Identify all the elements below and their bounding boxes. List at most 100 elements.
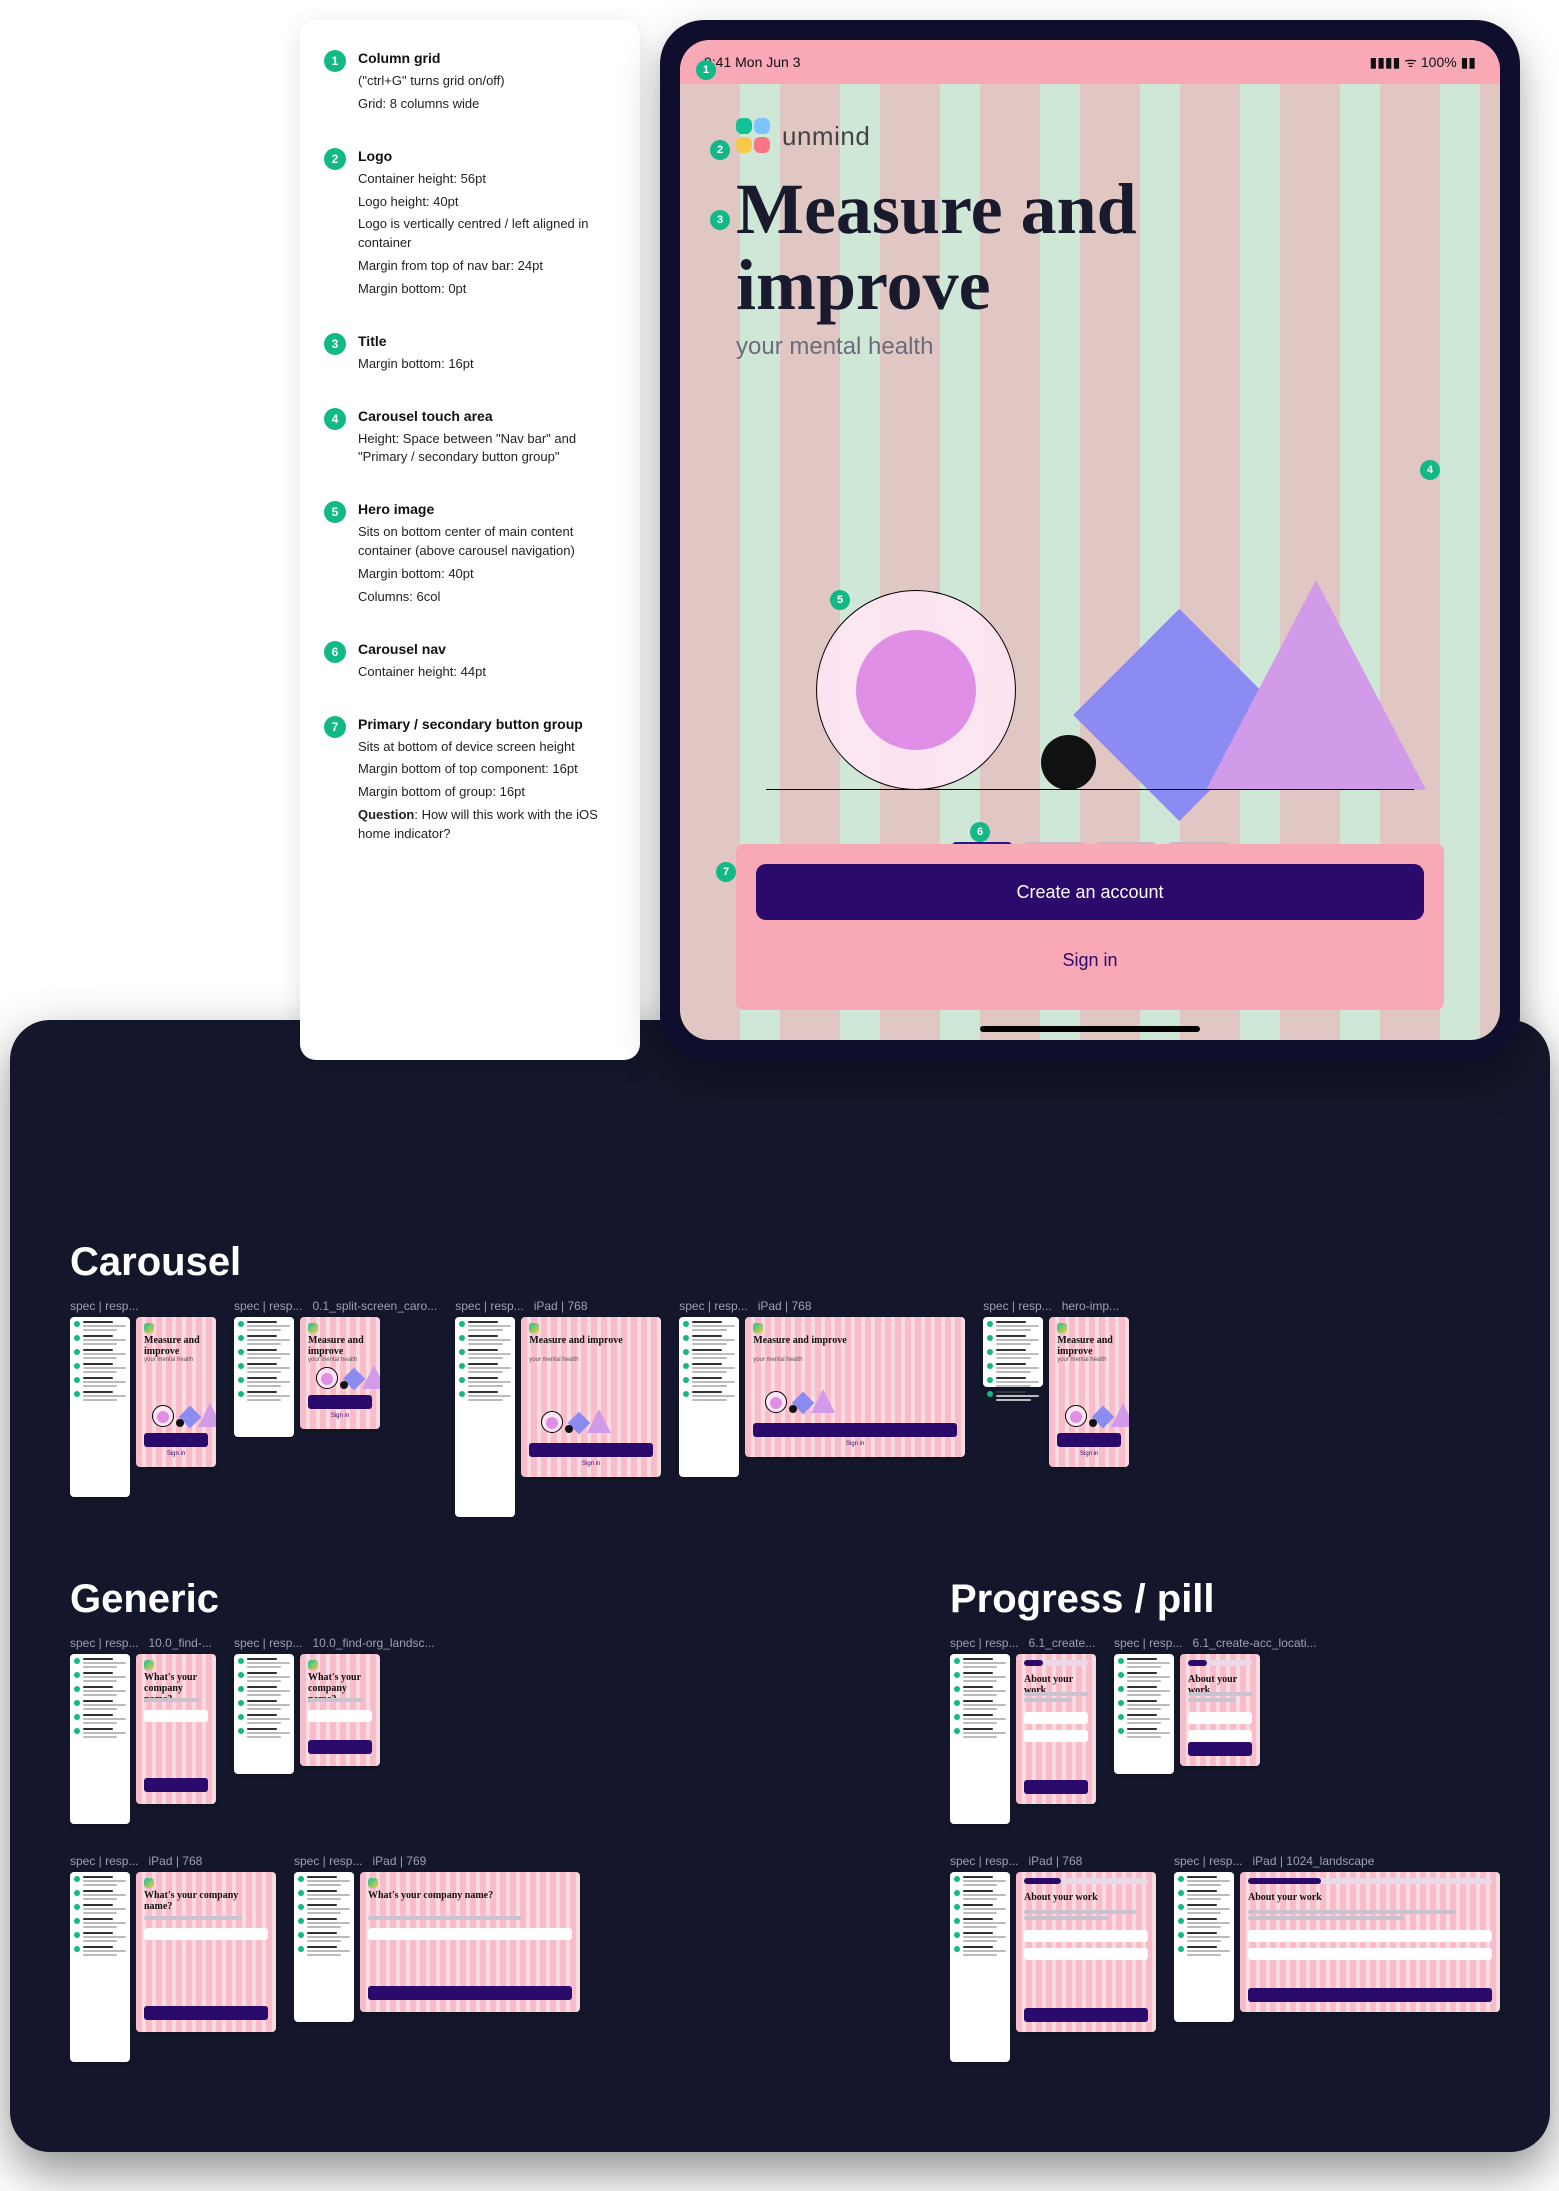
spec-line: Margin from top of nav bar: 24pt [358, 257, 616, 276]
mini-logo-icon [308, 1660, 318, 1670]
mini-logo-icon [753, 1323, 763, 1333]
mini-helper-text [1248, 1910, 1456, 1914]
mini-helper-text [144, 1916, 242, 1920]
spec-badge: 2 [324, 148, 346, 170]
artboard-thumbnail[interactable]: spec | resp... iPad | 768 What's yo [70, 1854, 276, 2062]
annotation-pin-1: 1 [696, 60, 716, 80]
thumbnail-caption: spec | resp... iPad | 768 [455, 1299, 661, 1313]
mini-select-field[interactable] [1024, 1930, 1148, 1942]
create-account-button[interactable]: Create an account [756, 864, 1424, 920]
mini-progress-screen[interactable]: About your work [1016, 1872, 1156, 2032]
artboard-thumbnail[interactable]: spec | resp... 6.1_create-acc_locati... [1114, 1636, 1317, 1774]
mini-text-input[interactable] [368, 1928, 572, 1940]
artboard-thumbnail[interactable]: spec | resp... iPad | 1024_landscape [1174, 1854, 1500, 2022]
mini-continue-button[interactable] [1024, 2008, 1148, 2022]
mini-hero-icon [535, 1377, 647, 1433]
mini-select-field[interactable] [1024, 1730, 1088, 1742]
artboard-thumbnail[interactable]: spec | resp... iPad | 768 Measure a [679, 1299, 965, 1477]
mini-title: What's your company name? [144, 1890, 268, 1912]
spec-badge: 3 [324, 333, 346, 355]
mini-generic-screen[interactable]: What's your company name? [360, 1872, 580, 2012]
mini-secondary-button[interactable]: Sign in [529, 1457, 653, 1471]
artboard-thumbnail[interactable]: spec | resp... iPad | 769 What's yo [294, 1854, 580, 2022]
mini-continue-button[interactable] [1248, 1988, 1492, 2002]
mini-helper-text [1188, 1698, 1236, 1702]
mini-progress-screen[interactable]: About your work [1240, 1872, 1500, 2012]
mini-logo-icon [529, 1323, 539, 1333]
spec-question: Question: How will this work with the iO… [358, 806, 616, 844]
mini-text-input[interactable] [308, 1710, 372, 1722]
mini-select-field[interactable] [1188, 1712, 1252, 1724]
mini-carousel-screen[interactable]: Measure and improve your mental health S… [521, 1317, 661, 1477]
annotation-pin-4: 4 [1420, 460, 1440, 480]
mini-secondary-button[interactable]: Sign in [308, 1409, 372, 1423]
ios-home-indicator [980, 1026, 1200, 1032]
mini-carousel-screen[interactable]: Measure and improve your mental health S… [1049, 1317, 1129, 1467]
spec-title: Logo [358, 148, 616, 164]
mini-secondary-button[interactable]: Sign in [753, 1437, 957, 1451]
mini-helper-text [1188, 1692, 1252, 1696]
mini-primary-button[interactable] [529, 1443, 653, 1457]
artboard-thumbnail[interactable]: spec | resp... 10.0_find-... What's [70, 1636, 216, 1824]
artboard-thumbnail[interactable]: spec | resp... 0.1_split-screen_caro... [234, 1299, 437, 1437]
mini-primary-button[interactable] [308, 1395, 372, 1409]
mini-primary-button[interactable] [144, 1433, 208, 1447]
mini-primary-button[interactable] [1057, 1433, 1121, 1447]
mini-spec-panel [234, 1654, 294, 1774]
mini-generic-screen[interactable]: What's your company name? [136, 1872, 276, 2032]
mini-logo-icon [1057, 1323, 1067, 1333]
mini-primary-button[interactable] [753, 1423, 957, 1437]
mini-continue-button[interactable] [144, 2006, 268, 2020]
artboard-thumbnail[interactable]: spec | resp... iPad | 768 About you [950, 1854, 1156, 2062]
mini-continue-button[interactable] [144, 1778, 208, 1792]
artboard-thumbnail[interactable]: spec | resp... Measure and improve [70, 1299, 216, 1497]
mini-continue-button[interactable] [1188, 1742, 1252, 1756]
carousel-row: spec | resp... Measure and improve [70, 1299, 1510, 1517]
artboard-thumbnail[interactable]: spec | resp... hero-imp... Measure [983, 1299, 1129, 1467]
mini-subtitle: your mental health [144, 1357, 193, 1363]
mini-generic-screen[interactable]: What's your company name? [300, 1654, 380, 1766]
mini-progress-pill [1248, 1878, 1492, 1884]
mini-secondary-button[interactable]: Sign in [1057, 1447, 1121, 1461]
hero-illustration [736, 490, 1444, 790]
mini-select-field[interactable] [1248, 1948, 1492, 1960]
mini-text-input[interactable] [144, 1928, 268, 1940]
artboard-thumbnail[interactable]: spec | resp... 10.0_find-org_landsc... [234, 1636, 435, 1774]
mini-progress-screen[interactable]: About your work [1180, 1654, 1260, 1766]
spec-line: Margin bottom: 16pt [358, 355, 616, 374]
mini-carousel-screen[interactable]: Measure and improve your mental health S… [745, 1317, 965, 1457]
thumbnail-caption: spec | resp... 10.0_find-org_landsc... [234, 1636, 435, 1650]
mini-title: Measure and improve [529, 1335, 653, 1346]
mini-select-field[interactable] [1024, 1712, 1088, 1724]
mini-select-field[interactable] [1188, 1730, 1252, 1742]
spec-line: Sits on bottom center of main content co… [358, 523, 616, 561]
mini-spec-panel [983, 1317, 1043, 1387]
brand-logo: unmind [736, 108, 1444, 164]
mini-continue-button[interactable] [368, 1986, 572, 2000]
section-title-generic: Generic [70, 1577, 690, 1622]
thumbnail-caption: spec | resp... 10.0_find-... [70, 1636, 216, 1650]
spec-line: Margin bottom of group: 16pt [358, 783, 616, 802]
mini-select-field[interactable] [1024, 1948, 1148, 1960]
spec-badge: 5 [324, 501, 346, 523]
mini-text-input[interactable] [144, 1710, 208, 1722]
mini-carousel-screen[interactable]: Measure and improve your mental health S… [300, 1317, 380, 1429]
design-canvas-board[interactable]: Carousel spec | resp... Measu [10, 1020, 1550, 2152]
artboard-thumbnail[interactable]: spec | resp... iPad | 768 Measure a [455, 1299, 661, 1517]
section-title-carousel: Carousel [70, 1240, 1510, 1285]
mini-hero-icon [146, 1383, 206, 1427]
mini-secondary-button[interactable]: Sign in [144, 1447, 208, 1461]
thumbnail-caption: spec | resp... iPad | 768 [70, 1854, 276, 1868]
mini-generic-screen[interactable]: What's your company name? [136, 1654, 216, 1804]
ios-status-bar: 9:41 Mon Jun 3 ▮▮▮▮ ᯤ 100% ▮▮ [680, 40, 1500, 84]
mini-progress-screen[interactable]: About your work [1016, 1654, 1096, 1804]
artboard-thumbnail[interactable]: spec | resp... 6.1_create... About [950, 1636, 1096, 1824]
thumbnail-caption: spec | resp... iPad | 769 [294, 1854, 580, 1868]
sign-in-button[interactable]: Sign in [756, 936, 1424, 984]
mini-continue-button[interactable] [308, 1740, 372, 1754]
mini-select-field[interactable] [1248, 1930, 1492, 1942]
spec-item-6: 6Carousel navContainer height: 44pt [324, 641, 616, 686]
mini-continue-button[interactable] [1024, 1780, 1088, 1794]
spec-badge: 1 [324, 50, 346, 72]
mini-carousel-screen[interactable]: Measure and improve your mental health S… [136, 1317, 216, 1467]
